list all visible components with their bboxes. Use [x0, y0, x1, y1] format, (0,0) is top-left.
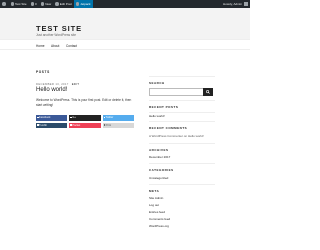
jetpack-label: Jetpack	[80, 2, 91, 6]
plus-icon	[40, 2, 45, 6]
search-button[interactable]	[203, 88, 213, 96]
search-icon	[206, 90, 210, 94]
comments-icon	[30, 2, 35, 6]
meta-title: META	[149, 189, 160, 193]
tumblr-icon	[37, 124, 39, 126]
share-tumblr-button[interactable]: Tumblr	[36, 122, 68, 128]
share-label: Print	[105, 123, 111, 127]
googleplus-icon	[70, 116, 72, 119]
meta-link-entries-feed[interactable]: Entries feed	[149, 210, 165, 214]
share-buttons: Facebook G+ Twitter Tumblr Pocket Print	[36, 115, 134, 128]
greeting-label: Howdy, Admin	[223, 2, 242, 6]
site-name-menu[interactable]: Test Site	[9, 0, 29, 8]
meta-link-site-admin[interactable]: Site Admin	[149, 196, 163, 200]
edit-link[interactable]: EDIT	[72, 82, 80, 86]
share-googleplus-button[interactable]: G+	[69, 115, 101, 121]
divider	[149, 112, 215, 113]
meta-link-wordpress-org[interactable]: WordPress.org	[149, 224, 169, 228]
share-facebook-button[interactable]: Facebook	[36, 115, 68, 121]
share-label: Tumblr	[39, 123, 47, 127]
divider	[149, 100, 215, 101]
share-twitter-button[interactable]: Twitter	[102, 115, 134, 121]
pocket-icon	[70, 124, 72, 126]
share-label: G+	[72, 116, 76, 120]
post-content: Welcome to WordPress. This is your first…	[36, 98, 132, 107]
main-navigation: Home About Contact	[0, 39, 250, 50]
recent-posts-title: RECENT POSTS	[149, 105, 179, 109]
wordpress-icon	[2, 2, 6, 6]
category-link[interactable]: Uncategorized	[149, 176, 168, 180]
print-icon	[103, 124, 106, 126]
wordpress-menu[interactable]	[0, 0, 9, 8]
twitter-icon	[103, 116, 106, 119]
site-description: Just another WordPress site	[36, 33, 76, 37]
jetpack-menu[interactable]: Jetpack	[73, 0, 93, 8]
share-pocket-button[interactable]: Pocket	[69, 122, 101, 128]
categories-title: CATEGORIES	[149, 168, 174, 172]
archives-title: ARCHIVES	[149, 148, 169, 152]
site-header: TEST SITE Just another WordPress site	[0, 8, 250, 39]
nav-item-home[interactable]: Home	[36, 44, 45, 48]
post-date[interactable]: DECEMBER 13, 2017	[36, 82, 69, 86]
home-icon	[10, 2, 14, 6]
post-meta: DECEMBER 13, 2017 EDIT	[36, 82, 79, 86]
meta-link-comments-feed[interactable]: Comments feed	[149, 217, 170, 221]
divider	[149, 143, 215, 144]
page-title: POSTS	[36, 70, 50, 74]
edit-post-menu[interactable]: Edit Post	[53, 0, 74, 8]
recent-comment-link[interactable]: A WordPress Commenter on Hello world!	[149, 134, 204, 138]
divider	[149, 121, 215, 122]
edit-post-label: Edit Post	[59, 2, 72, 6]
site-name-label: Test Site	[15, 2, 27, 6]
share-label: Facebook	[39, 116, 51, 120]
recent-post-link[interactable]: Hello world!	[149, 114, 165, 118]
nav-item-contact[interactable]: Contact	[66, 44, 77, 48]
avatar	[244, 2, 248, 6]
admin-bar: Test Site 0 New Edit Post Jetpack Howdy,…	[0, 0, 250, 8]
my-account-menu[interactable]: Howdy, Admin	[221, 0, 250, 8]
comments-menu[interactable]: 0	[29, 0, 39, 8]
meta-link-logout[interactable]: Log out	[149, 203, 159, 207]
divider	[149, 76, 215, 77]
archive-link[interactable]: December 2017	[149, 155, 170, 159]
search-widget-title: SEARCH	[149, 81, 165, 85]
site-title[interactable]: TEST SITE	[36, 24, 82, 33]
share-label: Pocket	[72, 123, 81, 127]
search-input[interactable]	[149, 88, 213, 96]
new-label: New	[45, 2, 52, 6]
nav-item-about[interactable]: About	[51, 44, 59, 48]
pencil-icon	[55, 2, 59, 6]
comments-count: 0	[35, 2, 37, 6]
jetpack-icon	[75, 2, 80, 6]
recent-comments-title: RECENT COMMENTS	[149, 126, 188, 130]
new-content-menu[interactable]: New	[39, 0, 54, 8]
share-label: Twitter	[105, 116, 114, 120]
post-title[interactable]: Hello world!	[36, 87, 67, 93]
divider	[149, 184, 215, 185]
divider	[149, 163, 215, 164]
share-print-button[interactable]: Print	[102, 122, 134, 128]
facebook-icon	[37, 116, 39, 119]
